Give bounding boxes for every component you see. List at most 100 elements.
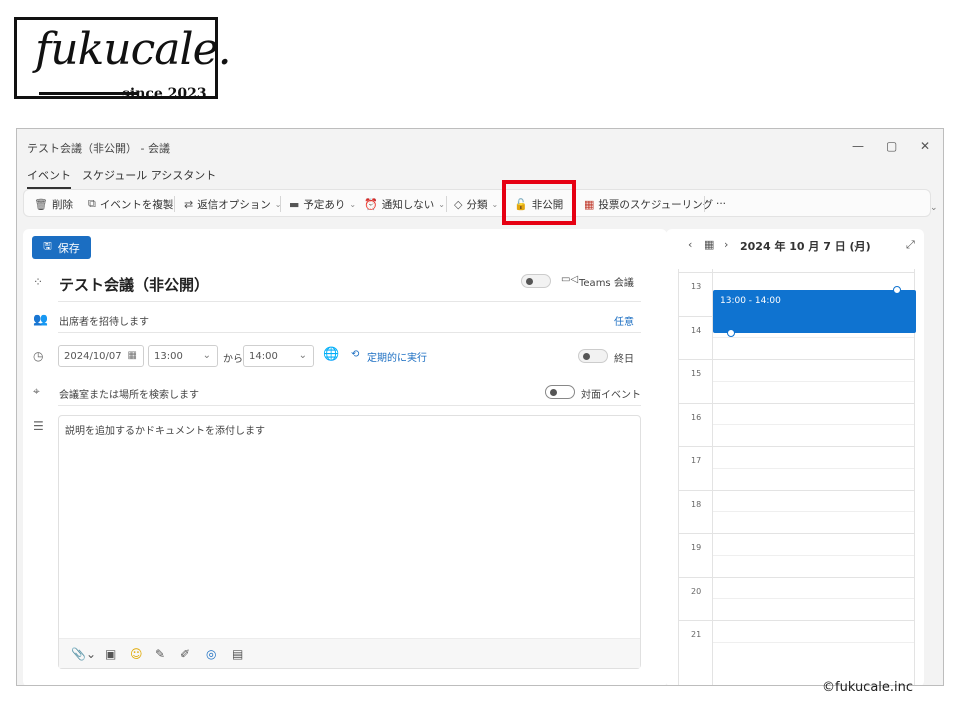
categorize-label: 分類 xyxy=(466,198,488,211)
event-subject[interactable]: テスト会議（非公開） xyxy=(59,274,209,295)
event-form: 🖫 保存 ⁘ テスト会議（非公開） ▭◁ Teams 会議 👥 出席者を招待します… xyxy=(23,229,667,685)
recurring-link[interactable]: 定期的に実行 xyxy=(367,349,427,364)
close-button[interactable]: ✕ xyxy=(920,139,930,153)
attach-icon[interactable]: 📎⌄ xyxy=(71,647,96,661)
attendees-input[interactable]: 出席者を招待します xyxy=(59,313,149,328)
schedule-poll-button[interactable]: ▦ 投票のスケジューリング xyxy=(584,190,713,218)
date-picker[interactable]: 2024/10/07 ▦ xyxy=(58,345,144,367)
chevron-down-icon: ⌄ xyxy=(438,199,445,209)
tag-icon: ◇ xyxy=(454,197,463,211)
half-hour-line xyxy=(713,337,914,339)
categorize-button[interactable]: ◇ 分類 ⌄ xyxy=(454,190,498,218)
hour-line xyxy=(679,359,914,360)
show-as-busy-button[interactable]: ▬ 予定あり ⌄ xyxy=(289,190,356,218)
delete-button[interactable]: 🗑 削除 xyxy=(34,190,73,218)
to-label: から xyxy=(223,354,243,365)
hour-line xyxy=(679,272,914,273)
hour-line xyxy=(679,446,914,447)
emoji-icon[interactable]: ☺ xyxy=(130,647,143,661)
expand-icon[interactable]: ⤢ xyxy=(906,238,915,252)
response-options-button[interactable]: ⇄ 返信オプション ⌄ xyxy=(184,190,281,218)
logo-script-text: fukucale. xyxy=(35,24,232,75)
reminder-label: 通知しない xyxy=(381,198,435,211)
toolbar-separator xyxy=(704,196,705,212)
chevron-left-icon[interactable]: ‹ xyxy=(688,238,692,251)
chevron-down-icon: ⌄ xyxy=(298,350,307,361)
all-day-label: 終日 xyxy=(614,354,634,365)
description-editor[interactable]: 説明を追加するかドキュメントを添付します 📎⌄ ▣ ☺ ✎ ✐ ◎ ▤ xyxy=(58,415,641,669)
tab-event[interactable]: イベント xyxy=(27,167,71,189)
toolbar-separator xyxy=(446,196,447,212)
in-person-label: 対面イベント xyxy=(581,390,641,401)
half-hour-line xyxy=(713,598,914,600)
status-block-icon: ▬ xyxy=(289,197,300,211)
alarm-clock-icon: ⏰ xyxy=(364,197,378,211)
busy-label: 予定あり xyxy=(303,198,346,211)
location-input[interactable]: 会議室または場所を検索します xyxy=(59,386,199,401)
half-hour-line xyxy=(713,554,914,556)
toolbar-separator xyxy=(174,196,175,212)
chevron-down-icon[interactable]: ⌄ xyxy=(930,203,938,213)
today-calendar-icon[interactable]: ▦ xyxy=(704,238,714,251)
image-icon[interactable]: ▣ xyxy=(105,647,116,661)
end-time-value: 14:00 xyxy=(249,350,278,362)
half-hour-line xyxy=(713,424,914,426)
divider xyxy=(58,332,641,333)
hour-label: 16 xyxy=(691,412,702,422)
hour-label: 13 xyxy=(691,282,702,291)
in-person-toggle[interactable] xyxy=(545,385,575,399)
save-icon: 🖫 xyxy=(43,241,52,252)
tab-scheduling-assistant[interactable]: スケジュール アシスタント xyxy=(82,167,216,183)
calendar-grid-icon: ⁘ xyxy=(33,275,44,289)
divider xyxy=(58,301,641,302)
hour-label: 18 xyxy=(691,499,702,509)
optional-attendees-link[interactable]: 任意 xyxy=(614,313,634,328)
divider xyxy=(58,405,641,406)
video-camera-icon: ▭◁ xyxy=(561,274,579,285)
teams-toggle[interactable] xyxy=(521,274,551,288)
window-title: テスト会議（非公開） - 会議 xyxy=(27,142,170,155)
private-highlight-box xyxy=(502,180,576,225)
copy-icon: ⧉ xyxy=(88,197,96,210)
resize-handle-bottom[interactable] xyxy=(727,329,735,337)
save-button[interactable]: 🖫 保存 xyxy=(32,236,91,259)
description-icon: ☰ xyxy=(33,419,44,433)
clock-icon: ◷ xyxy=(33,349,44,363)
copy-event-button[interactable]: ⧉ イベントを複製 xyxy=(88,190,173,218)
hour-label: 21 xyxy=(691,630,702,639)
delete-label: 削除 xyxy=(51,198,73,211)
trash-icon: 🗑 xyxy=(34,197,48,211)
maximize-button[interactable]: ▢ xyxy=(886,139,897,153)
format-painter-icon[interactable]: ✎ xyxy=(155,647,165,661)
chevron-down-icon: ⌄ xyxy=(202,350,211,361)
all-day-toggle[interactable] xyxy=(578,349,608,363)
toggle-knob xyxy=(526,278,533,285)
start-time-value: 13:00 xyxy=(154,350,183,362)
copyright-text: ©fukucale.inc xyxy=(822,680,914,695)
end-time-select[interactable]: 14:00 ⌄ xyxy=(243,345,314,367)
half-hour-line xyxy=(713,511,914,513)
date-value: 2024/10/07 xyxy=(64,350,122,362)
chevron-right-icon[interactable]: › xyxy=(724,238,728,251)
draw-icon[interactable]: ✐ xyxy=(180,647,190,661)
start-time-select[interactable]: 13:00 ⌄ xyxy=(148,345,218,367)
logo-since-text: since 2023 xyxy=(122,86,207,102)
hour-line xyxy=(679,620,914,621)
hour-line xyxy=(679,533,914,534)
title-bar: テスト会議（非公開） - 会議 — ▢ ✕ xyxy=(17,129,943,165)
calendar-icon: ▦ xyxy=(127,350,137,361)
reminder-button[interactable]: ⏰ 通知しない ⌄ xyxy=(364,190,445,218)
hour-label: 20 xyxy=(691,586,702,596)
schedule-poll-label: 投票のスケジューリング xyxy=(598,198,714,211)
more-options-button[interactable]: ··· xyxy=(716,190,726,218)
half-hour-line xyxy=(713,467,914,469)
globe-icon[interactable]: 🌐 xyxy=(323,347,339,362)
teams-label: Teams 会議 xyxy=(579,278,634,289)
minimize-button[interactable]: — xyxy=(852,139,864,153)
schedule-icon[interactable]: ▤ xyxy=(232,647,243,661)
resize-handle-top[interactable] xyxy=(893,286,901,294)
calendar-event[interactable]: 13:00 - 14:00 xyxy=(713,290,916,333)
loop-icon[interactable]: ◎ xyxy=(206,647,216,661)
toolbar-separator xyxy=(280,196,281,212)
chevron-down-icon[interactable]: ⌄ xyxy=(852,238,861,251)
